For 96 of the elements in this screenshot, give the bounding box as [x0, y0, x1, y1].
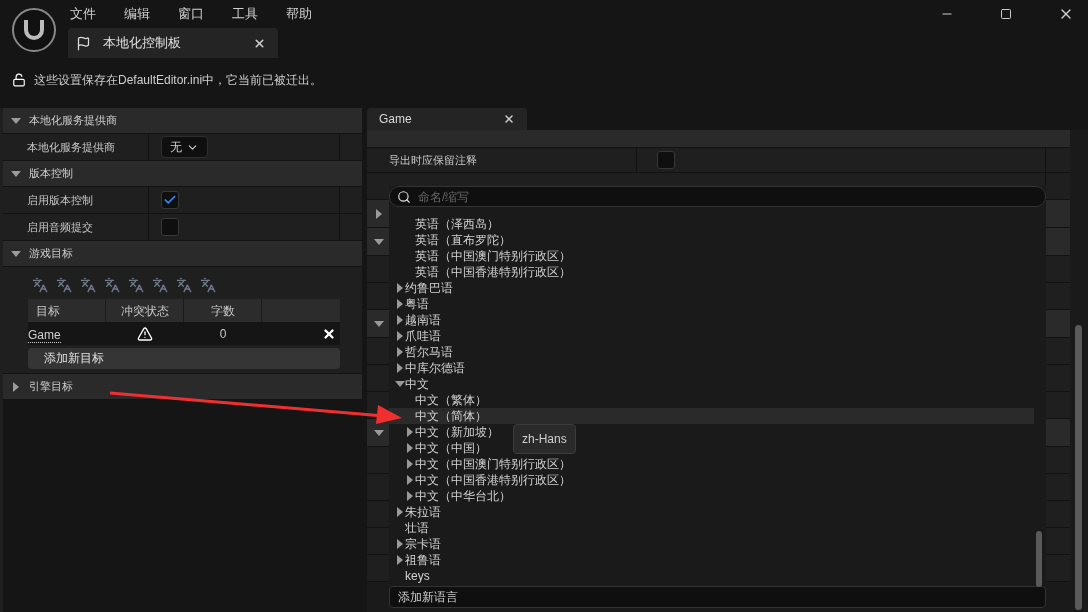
language-item[interactable]: 祖鲁语	[389, 552, 445, 568]
language-item[interactable]: 英语（泽西岛）	[389, 216, 503, 232]
section-title: 引擎目标	[29, 379, 73, 395]
language-item[interactable]: 中文	[389, 376, 433, 392]
section-header[interactable]: 版本控制	[3, 161, 362, 187]
checkout-notice: 这些设置保存在DefaultEditor.ini中，它当前已被迁出。	[34, 72, 323, 89]
language-item[interactable]: 中文（新加坡）	[389, 424, 503, 440]
tooltip: zh-Hans	[513, 424, 576, 454]
language-item[interactable]: 中文（简体）	[389, 408, 1034, 424]
language-item[interactable]: 中文（繁体）	[389, 392, 491, 408]
language-item[interactable]: keys	[389, 568, 434, 584]
translate-tool-icon[interactable]	[128, 277, 144, 293]
language-item[interactable]: 越南语	[389, 312, 445, 328]
section-title: 版本控制	[29, 166, 73, 182]
add-language-field[interactable]: 添加新语言	[389, 586, 1046, 608]
flag-icon	[76, 35, 91, 51]
section-title: 游戏目标	[29, 246, 73, 262]
property-label: 启用版本控制	[27, 192, 93, 208]
language-item[interactable]: 英语（中国香港特别行政区）	[389, 264, 575, 280]
collapse-arrow-icon[interactable]	[374, 427, 384, 438]
language-item[interactable]: 英语（中国澳门特别行政区）	[389, 248, 575, 264]
translate-tool-icon[interactable]	[176, 277, 192, 293]
check-icon	[163, 193, 177, 207]
menu-item[interactable]: 窗口	[178, 4, 204, 24]
expand-arrow-icon[interactable]	[395, 555, 405, 565]
scrollbar[interactable]	[1036, 531, 1042, 587]
translate-tool-icon[interactable]	[32, 277, 48, 293]
section-header[interactable]: 本地化服务提供商	[3, 108, 362, 134]
warning-icon	[137, 325, 153, 342]
add-target-button[interactable]: 添加新目标	[28, 347, 340, 369]
translate-tool-icon[interactable]	[56, 277, 72, 293]
engine-logo[interactable]	[12, 8, 56, 52]
expand-arrow-icon[interactable]	[395, 363, 405, 373]
expand-arrow-icon[interactable]	[395, 315, 405, 325]
language-item[interactable]: 约鲁巴语	[389, 280, 457, 296]
expand-arrow-icon[interactable]	[405, 491, 415, 501]
checkbox[interactable]	[161, 218, 179, 236]
expand-arrow-icon[interactable]	[405, 475, 415, 485]
expand-arrow-icon[interactable]	[374, 208, 384, 219]
language-item[interactable]: 英语（直布罗陀）	[389, 232, 515, 248]
word-count: 0	[219, 325, 227, 343]
close-icon[interactable]	[253, 36, 266, 50]
expand-arrow-icon[interactable]	[405, 443, 415, 453]
collapse-arrow-icon[interactable]	[11, 115, 21, 126]
expand-arrow-icon[interactable]	[395, 331, 405, 341]
property-label: 启用音频提交	[27, 219, 93, 235]
property-label: 本地化服务提供商	[27, 139, 115, 155]
language-item[interactable]: 爪哇语	[389, 328, 445, 344]
language-item[interactable]: 中文（中国）	[389, 440, 491, 456]
expand-arrow-icon[interactable]	[395, 283, 405, 293]
collapse-arrow-icon[interactable]	[11, 168, 21, 179]
language-item[interactable]: 中文（中国澳门特别行政区）	[389, 456, 575, 472]
language-item[interactable]: 宗卡语	[389, 536, 445, 552]
checkbox[interactable]	[657, 151, 675, 169]
checkbox[interactable]	[161, 191, 179, 209]
collapse-arrow-icon[interactable]	[374, 318, 384, 329]
language-item[interactable]: 中库尔德语	[389, 360, 469, 376]
expand-arrow-icon[interactable]	[11, 381, 21, 392]
language-item[interactable]: 中文（中华台北）	[389, 488, 515, 504]
provider-dropdown[interactable]: 无	[161, 136, 208, 158]
expand-arrow-icon[interactable]	[405, 459, 415, 469]
game-tab[interactable]: Game	[367, 108, 527, 130]
section-title: 本地化服务提供商	[29, 113, 117, 129]
section-header[interactable]: 引擎目标	[3, 374, 362, 400]
menu-item[interactable]: 编辑	[124, 4, 150, 24]
scrollbar[interactable]	[1075, 325, 1082, 610]
menu-item[interactable]: 帮助	[286, 4, 312, 24]
translate-tool-icon[interactable]	[200, 277, 216, 293]
language-item[interactable]: 哲尔马语	[389, 344, 457, 360]
maximize-icon[interactable]	[1000, 8, 1012, 20]
expand-arrow-icon[interactable]	[395, 507, 405, 517]
panel-tab[interactable]: 本地化控制板	[68, 28, 278, 58]
collapse-arrow-icon[interactable]	[395, 379, 405, 389]
close-icon	[503, 113, 515, 125]
menu-item[interactable]: 工具	[232, 4, 258, 24]
expand-arrow-icon[interactable]	[405, 427, 415, 437]
language-item[interactable]: 壮语	[389, 520, 433, 536]
translate-tool-icon[interactable]	[80, 277, 96, 293]
collapse-arrow-icon[interactable]	[11, 248, 21, 259]
language-item[interactable]: 朱拉语	[389, 504, 445, 520]
delete-icon[interactable]	[322, 326, 336, 341]
collapse-arrow-icon[interactable]	[374, 236, 384, 247]
language-item[interactable]: 中文（中国香港特别行政区）	[389, 472, 575, 488]
search-icon	[397, 190, 411, 204]
expand-arrow-icon[interactable]	[395, 539, 405, 549]
menu-item[interactable]: 文件	[70, 4, 96, 24]
section-header[interactable]: 游戏目标	[3, 241, 362, 267]
translate-tool-icon[interactable]	[104, 277, 120, 293]
search-field[interactable]: 命名/缩写	[389, 186, 1046, 207]
translate-tool-icon[interactable]	[152, 277, 168, 293]
target-name[interactable]: Game	[28, 327, 61, 343]
expand-arrow-icon[interactable]	[395, 347, 405, 357]
property-label: 导出时应保留注释	[389, 152, 477, 168]
expand-arrow-icon[interactable]	[395, 299, 405, 309]
language-item[interactable]: 粤语	[389, 296, 433, 312]
unlock-icon	[12, 73, 26, 87]
